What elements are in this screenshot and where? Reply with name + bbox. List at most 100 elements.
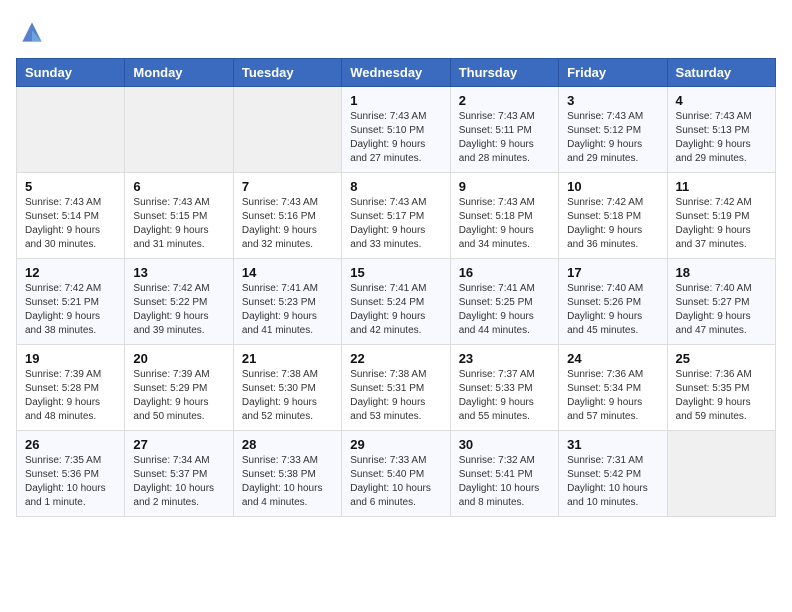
day-info: Sunrise: 7:43 AM Sunset: 5:10 PM Dayligh… bbox=[350, 110, 441, 166]
day-info: Sunrise: 7:32 AM Sunset: 5:41 PM Dayligh… bbox=[459, 454, 550, 510]
day-number: 8 bbox=[350, 179, 441, 194]
column-header-friday: Friday bbox=[559, 59, 667, 87]
day-cell: 24 Sunrise: 7:36 AM Sunset: 5:34 PM Dayli… bbox=[559, 345, 667, 431]
day-info: Sunrise: 7:33 AM Sunset: 5:38 PM Dayligh… bbox=[242, 454, 333, 510]
day-cell: 18Sunrise: 7:40 AM Sunset: 5:27 PM Dayli… bbox=[667, 259, 775, 345]
day-cell: 31 Sunrise: 7:31 AM Sunset: 5:42 PM Dayli… bbox=[559, 431, 667, 517]
day-info: Sunrise: 7:43 AM Sunset: 5:18 PM Dayligh… bbox=[459, 196, 550, 252]
logo-icon bbox=[16, 16, 48, 48]
day-info: Sunrise: 7:42 AM Sunset: 5:21 PM Dayligh… bbox=[25, 282, 116, 338]
column-header-monday: Monday bbox=[125, 59, 233, 87]
day-number: 23 bbox=[459, 351, 550, 366]
day-cell: 27 Sunrise: 7:34 AM Sunset: 5:37 PM Dayli… bbox=[125, 431, 233, 517]
day-cell: 1 Sunrise: 7:43 AM Sunset: 5:10 PM Daylig… bbox=[342, 87, 450, 173]
day-info: Sunrise: 7:35 AM Sunset: 5:36 PM Dayligh… bbox=[25, 454, 116, 510]
day-cell: 29Sunrise: 7:33 AM Sunset: 5:40 PM Dayli… bbox=[342, 431, 450, 517]
day-cell: 25Sunrise: 7:36 AM Sunset: 5:35 PM Dayli… bbox=[667, 345, 775, 431]
day-number: 12 bbox=[25, 265, 116, 280]
day-cell: 28 Sunrise: 7:33 AM Sunset: 5:38 PM Dayli… bbox=[233, 431, 341, 517]
day-number: 19 bbox=[25, 351, 116, 366]
day-info: Sunrise: 7:43 AM Sunset: 5:14 PM Dayligh… bbox=[25, 196, 116, 252]
day-number: 25 bbox=[676, 351, 767, 366]
day-number: 27 bbox=[133, 437, 224, 452]
day-info: Sunrise: 7:38 AM Sunset: 5:30 PM Dayligh… bbox=[242, 368, 333, 424]
day-cell: 23Sunrise: 7:37 AM Sunset: 5:33 PM Dayli… bbox=[450, 345, 558, 431]
day-info: Sunrise: 7:34 AM Sunset: 5:37 PM Dayligh… bbox=[133, 454, 224, 510]
day-cell: 6 Sunrise: 7:43 AM Sunset: 5:15 PM Daylig… bbox=[125, 173, 233, 259]
day-number: 18 bbox=[676, 265, 767, 280]
day-cell: 22 Sunrise: 7:38 AM Sunset: 5:31 PM Dayli… bbox=[342, 345, 450, 431]
day-info: Sunrise: 7:41 AM Sunset: 5:23 PM Dayligh… bbox=[242, 282, 333, 338]
day-number: 13 bbox=[133, 265, 224, 280]
day-number: 14 bbox=[242, 265, 333, 280]
day-info: Sunrise: 7:43 AM Sunset: 5:11 PM Dayligh… bbox=[459, 110, 550, 166]
day-info: Sunrise: 7:41 AM Sunset: 5:24 PM Dayligh… bbox=[350, 282, 441, 338]
day-cell: 4 Sunrise: 7:43 AM Sunset: 5:13 PM Daylig… bbox=[667, 87, 775, 173]
day-number: 1 bbox=[350, 93, 441, 108]
day-info: Sunrise: 7:39 AM Sunset: 5:28 PM Dayligh… bbox=[25, 368, 116, 424]
day-number: 16 bbox=[459, 265, 550, 280]
column-header-wednesday: Wednesday bbox=[342, 59, 450, 87]
day-cell: 2Sunrise: 7:43 AM Sunset: 5:11 PM Daylig… bbox=[450, 87, 558, 173]
week-row-3: 12 Sunrise: 7:42 AM Sunset: 5:21 PM Dayli… bbox=[17, 259, 776, 345]
day-cell: 30 Sunrise: 7:32 AM Sunset: 5:41 PM Dayli… bbox=[450, 431, 558, 517]
day-cell: 15 Sunrise: 7:41 AM Sunset: 5:24 PM Dayli… bbox=[342, 259, 450, 345]
day-cell bbox=[667, 431, 775, 517]
day-cell: 5 Sunrise: 7:43 AM Sunset: 5:14 PM Daylig… bbox=[17, 173, 125, 259]
column-header-sunday: Sunday bbox=[17, 59, 125, 87]
day-cell bbox=[233, 87, 341, 173]
day-number: 3 bbox=[567, 93, 658, 108]
day-info: Sunrise: 7:36 AM Sunset: 5:34 PM Dayligh… bbox=[567, 368, 658, 424]
column-header-saturday: Saturday bbox=[667, 59, 775, 87]
day-cell: 7 Sunrise: 7:43 AM Sunset: 5:16 PM Daylig… bbox=[233, 173, 341, 259]
day-number: 5 bbox=[25, 179, 116, 194]
day-number: 24 bbox=[567, 351, 658, 366]
day-cell: 8 Sunrise: 7:43 AM Sunset: 5:17 PM Daylig… bbox=[342, 173, 450, 259]
day-number: 30 bbox=[459, 437, 550, 452]
day-info: Sunrise: 7:42 AM Sunset: 5:19 PM Dayligh… bbox=[676, 196, 767, 252]
day-number: 7 bbox=[242, 179, 333, 194]
week-row-5: 26 Sunrise: 7:35 AM Sunset: 5:36 PM Dayli… bbox=[17, 431, 776, 517]
day-info: Sunrise: 7:43 AM Sunset: 5:15 PM Dayligh… bbox=[133, 196, 224, 252]
week-row-2: 5 Sunrise: 7:43 AM Sunset: 5:14 PM Daylig… bbox=[17, 173, 776, 259]
logo bbox=[16, 16, 52, 48]
day-number: 6 bbox=[133, 179, 224, 194]
day-number: 26 bbox=[25, 437, 116, 452]
day-number: 29 bbox=[350, 437, 441, 452]
column-header-thursday: Thursday bbox=[450, 59, 558, 87]
day-number: 21 bbox=[242, 351, 333, 366]
day-number: 22 bbox=[350, 351, 441, 366]
day-info: Sunrise: 7:42 AM Sunset: 5:18 PM Dayligh… bbox=[567, 196, 658, 252]
column-header-tuesday: Tuesday bbox=[233, 59, 341, 87]
day-cell: 10Sunrise: 7:42 AM Sunset: 5:18 PM Dayli… bbox=[559, 173, 667, 259]
calendar-body: 1 Sunrise: 7:43 AM Sunset: 5:10 PM Daylig… bbox=[17, 87, 776, 517]
calendar-table: SundayMondayTuesdayWednesdayThursdayFrid… bbox=[16, 58, 776, 517]
day-info: Sunrise: 7:43 AM Sunset: 5:13 PM Dayligh… bbox=[676, 110, 767, 166]
day-cell: 14 Sunrise: 7:41 AM Sunset: 5:23 PM Dayli… bbox=[233, 259, 341, 345]
day-info: Sunrise: 7:31 AM Sunset: 5:42 PM Dayligh… bbox=[567, 454, 658, 510]
day-cell: 20 Sunrise: 7:39 AM Sunset: 5:29 PM Dayli… bbox=[125, 345, 233, 431]
day-info: Sunrise: 7:42 AM Sunset: 5:22 PM Dayligh… bbox=[133, 282, 224, 338]
day-number: 4 bbox=[676, 93, 767, 108]
day-number: 17 bbox=[567, 265, 658, 280]
page-header bbox=[16, 16, 776, 48]
day-number: 28 bbox=[242, 437, 333, 452]
day-cell: 21 Sunrise: 7:38 AM Sunset: 5:30 PM Dayli… bbox=[233, 345, 341, 431]
day-info: Sunrise: 7:43 AM Sunset: 5:12 PM Dayligh… bbox=[567, 110, 658, 166]
day-number: 20 bbox=[133, 351, 224, 366]
day-info: Sunrise: 7:40 AM Sunset: 5:26 PM Dayligh… bbox=[567, 282, 658, 338]
day-cell: 16 Sunrise: 7:41 AM Sunset: 5:25 PM Dayli… bbox=[450, 259, 558, 345]
day-number: 31 bbox=[567, 437, 658, 452]
day-cell bbox=[17, 87, 125, 173]
day-cell: 11Sunrise: 7:42 AM Sunset: 5:19 PM Dayli… bbox=[667, 173, 775, 259]
day-cell bbox=[125, 87, 233, 173]
day-info: Sunrise: 7:39 AM Sunset: 5:29 PM Dayligh… bbox=[133, 368, 224, 424]
day-number: 15 bbox=[350, 265, 441, 280]
week-row-4: 19 Sunrise: 7:39 AM Sunset: 5:28 PM Dayli… bbox=[17, 345, 776, 431]
day-cell: 26 Sunrise: 7:35 AM Sunset: 5:36 PM Dayli… bbox=[17, 431, 125, 517]
day-info: Sunrise: 7:41 AM Sunset: 5:25 PM Dayligh… bbox=[459, 282, 550, 338]
day-info: Sunrise: 7:43 AM Sunset: 5:16 PM Dayligh… bbox=[242, 196, 333, 252]
day-cell: 9Sunrise: 7:43 AM Sunset: 5:18 PM Daylig… bbox=[450, 173, 558, 259]
day-info: Sunrise: 7:43 AM Sunset: 5:17 PM Dayligh… bbox=[350, 196, 441, 252]
day-info: Sunrise: 7:38 AM Sunset: 5:31 PM Dayligh… bbox=[350, 368, 441, 424]
